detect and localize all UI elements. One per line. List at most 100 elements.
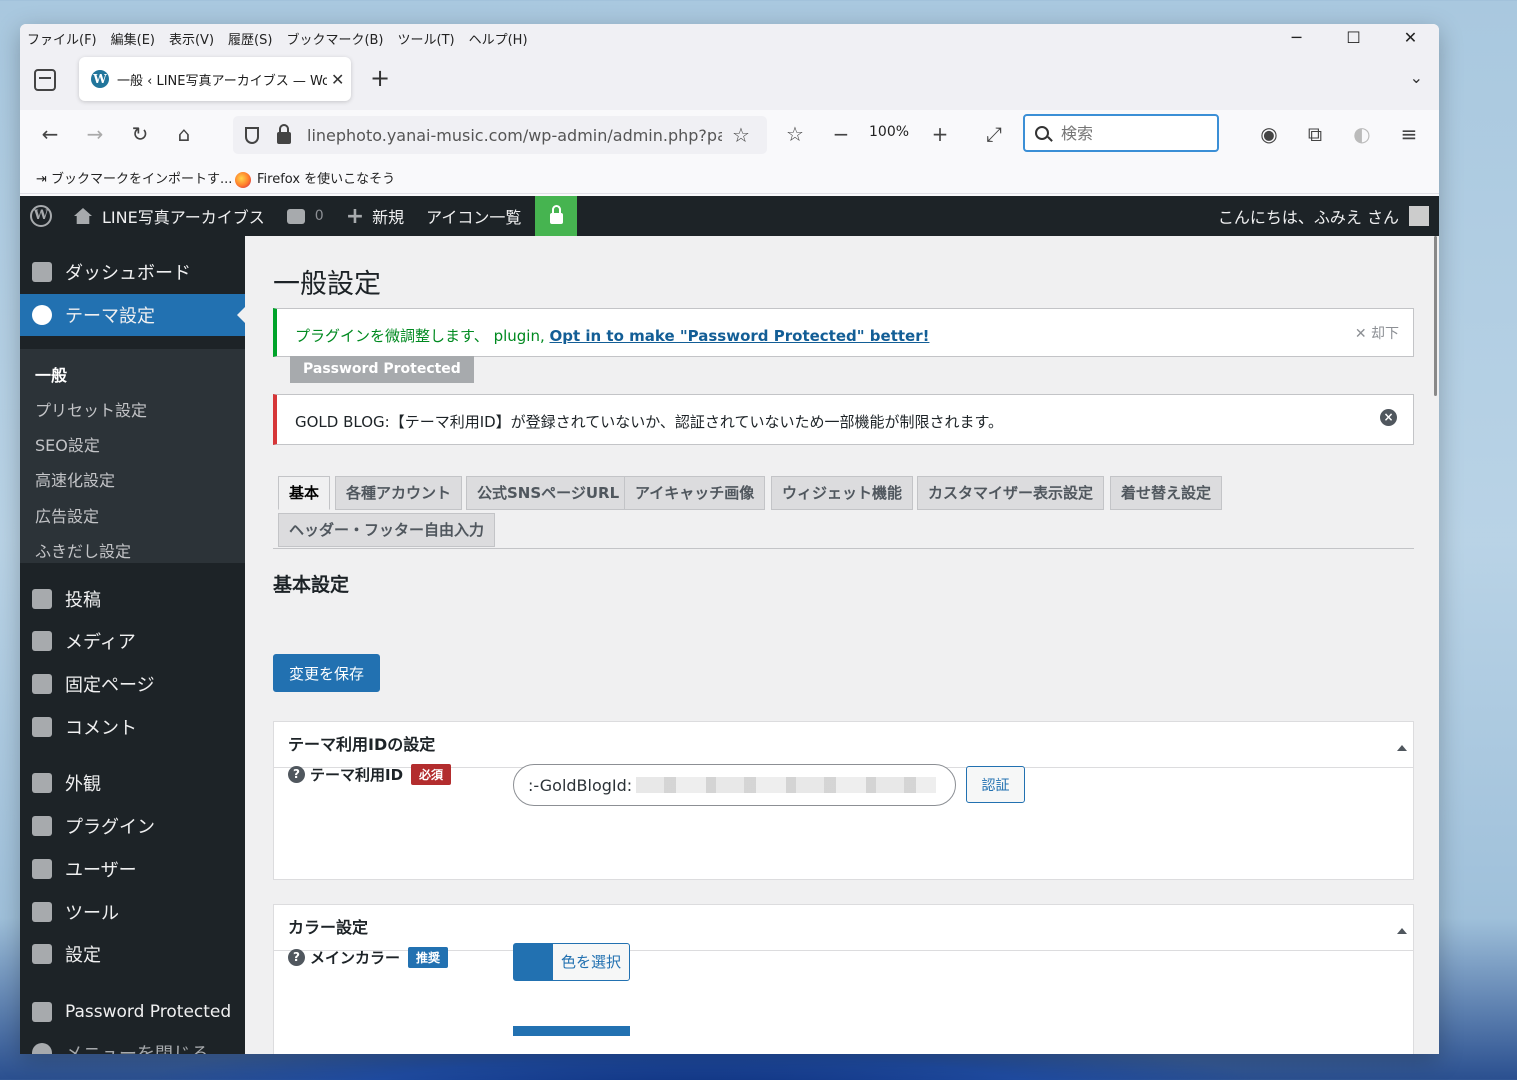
tab-header-footer[interactable]: ヘッダー・フッター自由入力 (278, 513, 496, 547)
zoom-level[interactable]: 100% (869, 124, 909, 140)
sidebar-item-pages[interactable]: 固定ページ (20, 663, 245, 705)
sidebar-item-theme-settings[interactable]: テーマ設定 (20, 294, 245, 336)
home-icon[interactable]: ⌂ (169, 120, 199, 148)
menu-view[interactable]: 表示(V) (162, 29, 221, 48)
sidebar-label: 外観 (65, 774, 101, 795)
plugin-badge: Password Protected (290, 356, 474, 383)
menu-help[interactable]: ヘルプ(H) (462, 29, 535, 48)
sidebar-item-dashboard[interactable]: ダッシュボード (20, 251, 245, 293)
minimize-icon[interactable]: ─ (1268, 24, 1325, 52)
lock-icon (32, 1002, 52, 1022)
comments-link[interactable]: 0 (286, 208, 324, 224)
submenu-seo[interactable]: SEO設定 (35, 432, 100, 456)
new-label: 新規 (372, 208, 405, 227)
menu-tools[interactable]: ツール(T) (391, 29, 462, 48)
sidebar-item-tools[interactable]: ツール (20, 891, 245, 933)
tab-basic[interactable]: 基本 (278, 476, 331, 510)
notice-message: プラグインを微調整します、 plugin, Opt in to make "Pa… (295, 325, 929, 346)
new-content-link[interactable]: + 新規 (346, 204, 404, 229)
site-name-link[interactable]: LINE写真アーカイブス (74, 204, 265, 228)
submenu-balloon[interactable]: ふきだし設定 (35, 538, 131, 562)
browser-tab[interactable]: W 一般 ‹ LINE写真アーカイブス — WordPress ✕ (79, 57, 351, 101)
sidebar-item-media[interactable]: メディア (20, 620, 245, 662)
maximize-icon[interactable]: ☐ (1325, 24, 1382, 52)
comment-icon (32, 717, 52, 737)
menu-history[interactable]: 履歴(S) (221, 29, 279, 48)
forward-icon[interactable]: → (80, 120, 110, 148)
reload-icon[interactable]: ↻ (125, 120, 155, 148)
firefox-icon (235, 171, 251, 188)
icon-list-link[interactable]: アイコン一覧 (426, 204, 521, 228)
list-all-tabs-icon[interactable]: ⌄ (1410, 68, 1423, 87)
submenu-speed[interactable]: 高速化設定 (35, 467, 115, 491)
close-icon[interactable]: × (1380, 409, 1397, 426)
search-box[interactable] (1023, 114, 1219, 152)
optin-link[interactable]: Opt in to make "Password Protected" bett… (550, 327, 930, 345)
dismiss-button[interactable]: ✕ 却下 (1355, 323, 1399, 343)
pin-icon (32, 589, 52, 609)
menu-edit[interactable]: 編集(E) (104, 29, 162, 48)
help-icon[interactable]: ? (288, 766, 305, 783)
scrollbar[interactable] (1434, 236, 1437, 396)
hamburger-menu-icon[interactable]: ≡ (1394, 120, 1424, 148)
firefox-tips-label: Firefox を使いこなそう (257, 172, 396, 187)
import-bookmarks-link[interactable]: ⇥ ブックマークをインポートす... (36, 168, 232, 187)
tab-close-icon[interactable]: ✕ (331, 70, 344, 89)
sidebar-item-plugins[interactable]: プラグイン (20, 805, 245, 847)
box-title[interactable]: テーマ利用IDの設定 (274, 722, 1413, 768)
search-input[interactable] (1061, 123, 1201, 143)
theme-id-warning: GOLD BLOG:【テーマ利用ID】が登録されていないか、認証されていないため… (273, 394, 1414, 445)
howdy-text[interactable]: こんにちは、ふみえ さん (1218, 204, 1399, 228)
submenu-preset[interactable]: プリセット設定 (35, 397, 147, 421)
save-button[interactable]: 変更を保存 (273, 654, 380, 692)
zoom-in-icon[interactable]: + (925, 120, 955, 148)
firefox-tips-link[interactable]: Firefox を使いこなそう (235, 168, 395, 188)
submenu-general[interactable]: 一般 (35, 362, 67, 386)
wordpress-logo-icon[interactable]: W (30, 205, 52, 227)
search-icon (1035, 126, 1049, 140)
sidebar-item-settings[interactable]: 設定 (20, 933, 245, 975)
theme-id-value: :-GoldBlogId: (528, 775, 633, 795)
extensions-icon[interactable]: ⧉ (1300, 120, 1330, 148)
theme-id-input[interactable]: :-GoldBlogId: (513, 764, 956, 806)
verify-button[interactable]: 認証 (966, 766, 1025, 803)
menu-bookmarks[interactable]: ブックマーク(B) (279, 29, 390, 48)
bookmarks-toolbar: ⇥ ブックマークをインポートす... Firefox を使いこなそう (20, 160, 1439, 194)
tab-widget[interactable]: ウィジェット機能 (771, 476, 914, 510)
sidebar-item-password-protected[interactable]: Password Protected (20, 991, 245, 1033)
new-tab-icon[interactable]: + (370, 64, 390, 92)
comment-count: 0 (314, 208, 324, 224)
admin-sidebar: ダッシュボード テーマ設定 一般 プリセット設定 SEO設定 高速化設定 広告設… (20, 236, 245, 1054)
collapse-menu[interactable]: メニューを閉じる (20, 1032, 245, 1054)
lock-icon[interactable] (277, 124, 291, 144)
color-picker-button[interactable]: 色を選択 (513, 943, 630, 981)
password-lock-icon[interactable] (535, 196, 578, 236)
sidebar-item-appearance[interactable]: 外観 (20, 762, 245, 804)
url-bar[interactable]: linephoto.yanai-music.com/wp-admin/admin… (233, 116, 767, 154)
bookmark-star-icon[interactable]: ☆ (732, 123, 750, 147)
submenu-ads[interactable]: 広告設定 (35, 503, 99, 527)
tracking-protection-icon[interactable] (245, 126, 259, 144)
url-text[interactable]: linephoto.yanai-music.com/wp-admin/admin… (307, 126, 722, 145)
sidebar-item-comments[interactable]: コメント (20, 706, 245, 748)
next-color-picker[interactable] (513, 1026, 630, 1036)
tab-sns-url[interactable]: 公式SNSページURL (466, 476, 631, 510)
tab-skins[interactable]: 着せ替え設定 (1110, 476, 1223, 510)
help-icon[interactable]: ? (288, 949, 305, 966)
addon-icon[interactable]: ◐ (1347, 120, 1377, 148)
tab-eyecatch[interactable]: アイキャッチ画像 (624, 476, 766, 510)
close-window-icon[interactable]: ✕ (1382, 24, 1439, 52)
menu-file[interactable]: ファイル(F) (20, 29, 104, 48)
pocket-icon[interactable]: ☆ (780, 120, 810, 148)
fullscreen-icon[interactable]: ⤢ (979, 120, 1009, 148)
sidebar-item-users[interactable]: ユーザー (20, 848, 245, 890)
tab-list-icon[interactable] (34, 69, 56, 91)
zoom-out-icon[interactable]: − (826, 120, 856, 148)
box-title[interactable]: カラー設定 (274, 905, 1413, 951)
account-icon[interactable]: ◉ (1254, 120, 1284, 148)
avatar[interactable] (1409, 206, 1429, 226)
tab-customizer[interactable]: カスタマイザー表示設定 (917, 476, 1105, 510)
back-icon[interactable]: ← (35, 120, 65, 148)
tab-accounts[interactable]: 各種アカウント (335, 476, 463, 510)
sidebar-item-posts[interactable]: 投稿 (20, 578, 245, 620)
